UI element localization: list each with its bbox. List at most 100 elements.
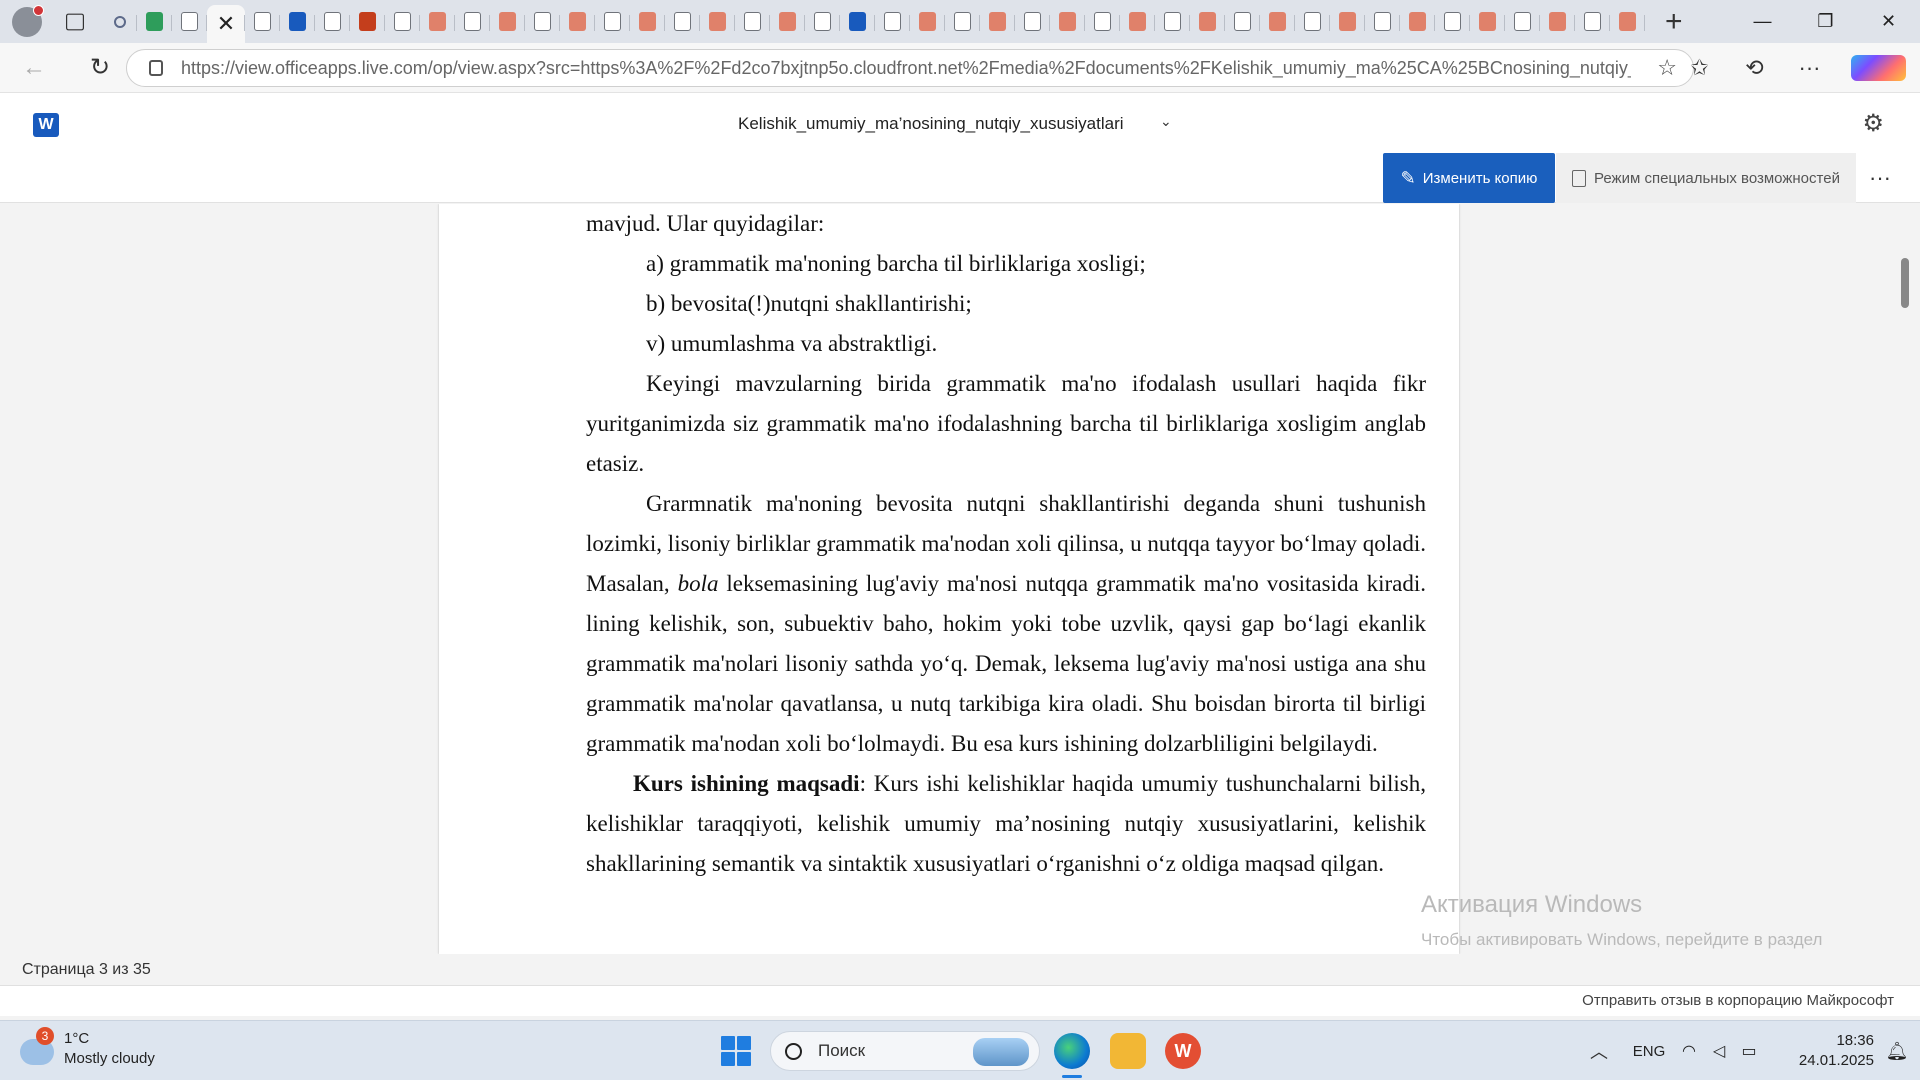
back-arrow-icon[interactable]: ←	[14, 48, 54, 88]
browser-tab[interactable]	[1330, 5, 1365, 39]
browser-tab[interactable]	[1365, 5, 1400, 39]
more-menu-icon[interactable]: ···	[1782, 55, 1837, 81]
browser-tab[interactable]	[840, 5, 875, 39]
start-windows-icon[interactable]	[721, 1036, 751, 1066]
battery-icon[interactable]: ▭	[1734, 1041, 1764, 1061]
system-tray: ︿ ENG ◠ ◁ ▭ 18:36 24.01.2025 🔔︎	[1574, 1021, 1920, 1080]
browser-tab[interactable]	[385, 5, 420, 39]
browser-tab[interactable]	[172, 5, 207, 39]
browser-tab[interactable]	[245, 5, 280, 39]
document-favicon-icon	[814, 12, 831, 31]
copilot-icon[interactable]	[1851, 55, 1906, 81]
wps-office-icon[interactable]: W	[1165, 1033, 1201, 1069]
clock[interactable]: 18:36 24.01.2025	[1764, 1031, 1874, 1071]
browser-tab[interactable]	[630, 5, 665, 39]
temperature: 1°C	[64, 1030, 90, 1047]
browser-tab[interactable]	[315, 5, 350, 39]
weather-widget[interactable]: 3 1°C Mostly cloudy	[20, 1027, 155, 1069]
word-favicon-icon	[849, 12, 866, 31]
tab-actions-icon[interactable]	[66, 13, 84, 30]
close-icon[interactable]: ✕	[217, 11, 235, 37]
browser-tab[interactable]	[805, 5, 840, 39]
document-favicon-icon	[884, 12, 901, 31]
browser-tab[interactable]	[1470, 5, 1505, 39]
browser-tab[interactable]	[455, 5, 490, 39]
close-window-button[interactable]: ✕	[1857, 0, 1920, 43]
powerpoint-light-favicon-icon	[499, 12, 516, 31]
browser-tab[interactable]	[490, 5, 525, 39]
reload-icon[interactable]: ↻	[80, 48, 120, 88]
browser-tab[interactable]	[735, 5, 770, 39]
paragraph: Kurs ishining maqsadi: Kurs ishi kelishi…	[586, 764, 1426, 884]
browser-tab[interactable]	[1155, 5, 1190, 39]
browser-tab[interactable]	[137, 5, 172, 39]
browser-tab[interactable]	[1085, 5, 1120, 39]
favorites-icon[interactable]: ✩	[1672, 55, 1727, 81]
browser-tab[interactable]	[420, 5, 455, 39]
search-favicon-icon	[113, 15, 126, 28]
feedback-link[interactable]: Отправить отзыв в корпорацию Майкрософт	[1582, 992, 1894, 1009]
browser-tab[interactable]	[1295, 5, 1330, 39]
browser-tab[interactable]	[770, 5, 805, 39]
browser-tab[interactable]	[1435, 5, 1470, 39]
new-tab-button[interactable]: +	[1665, 5, 1683, 39]
document-title[interactable]: Kelishik_umumiy_ma’nosining_nutqiy_xusus…	[738, 114, 1124, 134]
url-text: https://view.officeapps.live.com/op/view…	[181, 57, 1631, 78]
browser-tab[interactable]	[1575, 5, 1610, 39]
browser-tab[interactable]	[1400, 5, 1435, 39]
browser-tab[interactable]	[280, 5, 315, 39]
browser-tab[interactable]	[665, 5, 700, 39]
browser-tab[interactable]	[1610, 5, 1645, 39]
tab-active[interactable]: ✕	[207, 5, 245, 43]
powerpoint-light-favicon-icon	[989, 12, 1006, 31]
edge-browser-icon[interactable]	[1054, 1033, 1090, 1069]
url-input[interactable]: https://view.officeapps.live.com/op/view…	[126, 49, 1694, 87]
chevron-down-icon[interactable]: ⌄	[1160, 113, 1172, 130]
browser-tab[interactable]	[1225, 5, 1260, 39]
gear-icon[interactable]: ⚙	[1862, 109, 1884, 138]
browser-toolbar-right: ✩ ⟲ ···	[1672, 43, 1920, 93]
document-viewport[interactable]: mavjud. Ular quyidagilar: a) grammatik m…	[0, 204, 1920, 954]
browser-tab[interactable]	[525, 5, 560, 39]
browser-tab[interactable]	[1260, 5, 1295, 39]
browser-tab[interactable]	[945, 5, 980, 39]
notification-bell-icon[interactable]: 🔔︎	[1874, 1041, 1920, 1062]
browser-tab[interactable]	[1120, 5, 1155, 39]
powerpoint-light-favicon-icon	[919, 12, 936, 31]
browser-tab[interactable]	[700, 5, 735, 39]
browser-tab[interactable]	[350, 5, 385, 39]
powerpoint-light-favicon-icon	[569, 12, 586, 31]
lock-icon[interactable]	[149, 60, 163, 76]
edit-copy-button[interactable]: ✎ Изменить копию	[1383, 153, 1555, 203]
document-favicon-icon	[1584, 12, 1601, 31]
browser-tab[interactable]	[1505, 5, 1540, 39]
minimize-button[interactable]: —	[1731, 0, 1794, 43]
volume-icon[interactable]: ◁	[1704, 1041, 1734, 1061]
browser-tab[interactable]	[1050, 5, 1085, 39]
file-explorer-icon[interactable]	[1110, 1033, 1146, 1069]
browser-tab[interactable]	[595, 5, 630, 39]
scrollbar-thumb[interactable]	[1901, 258, 1909, 308]
green-app-favicon-icon	[146, 12, 163, 31]
browser-tab[interactable]	[1190, 5, 1225, 39]
language-indicator[interactable]: ENG	[1624, 1043, 1674, 1060]
history-icon[interactable]: ⟲	[1727, 55, 1782, 81]
browser-tab[interactable]	[560, 5, 595, 39]
address-bar-row: ← ↻ https://view.officeapps.live.com/op/…	[0, 43, 1920, 93]
browser-tab[interactable]	[980, 5, 1015, 39]
powerpoint-light-favicon-icon	[1199, 12, 1216, 31]
browser-tab[interactable]	[1015, 5, 1050, 39]
word-logo[interactable]: W	[33, 113, 59, 137]
browser-tab[interactable]	[102, 5, 137, 39]
browser-tab[interactable]	[1540, 5, 1575, 39]
browser-tab[interactable]	[910, 5, 945, 39]
activation-subtitle: Чтобы активировать Windows, перейдите в …	[1421, 930, 1823, 949]
wifi-icon[interactable]: ◠	[1674, 1041, 1704, 1061]
profile-avatar[interactable]	[12, 4, 44, 37]
maximize-button[interactable]: ❐	[1794, 0, 1857, 43]
chevron-up-icon[interactable]: ︿	[1574, 1038, 1624, 1064]
taskbar-search-input[interactable]: Поиск	[770, 1031, 1040, 1071]
more-options-button[interactable]: ···	[1860, 153, 1900, 203]
accessibility-mode-button[interactable]: Режим специальных возможностей	[1556, 153, 1856, 203]
browser-tab[interactable]	[875, 5, 910, 39]
